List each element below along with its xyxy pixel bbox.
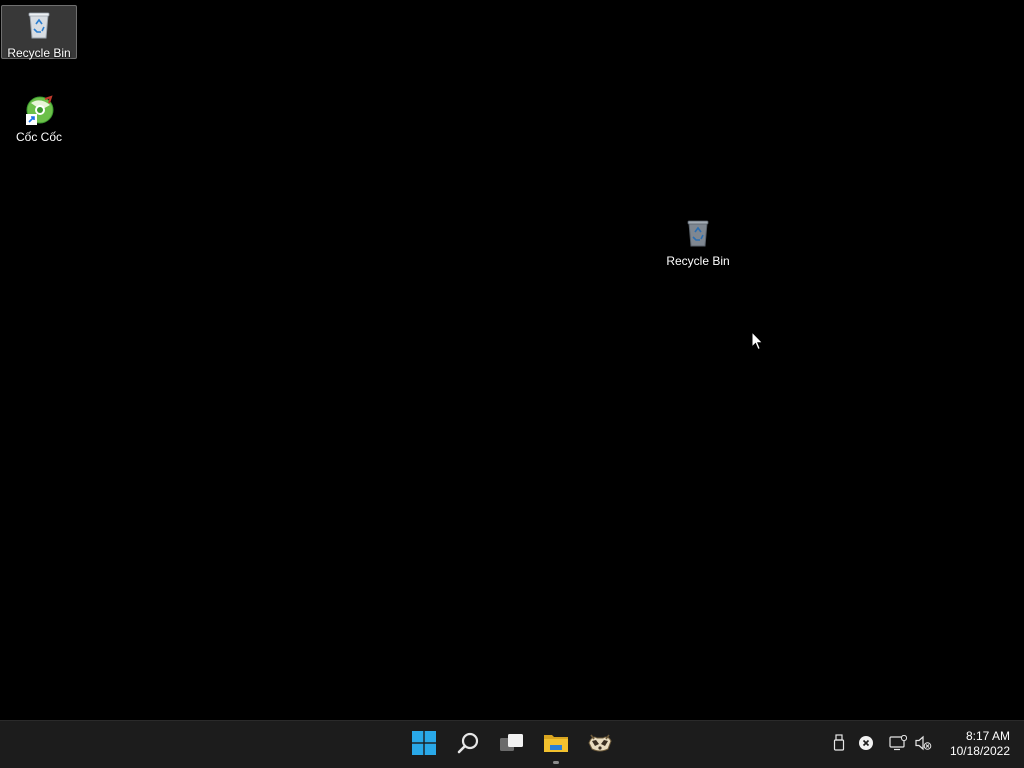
- file-explorer-button[interactable]: [536, 725, 576, 765]
- desktop-icon-recycle-bin[interactable]: Recycle Bin: [1, 5, 77, 60]
- volume-button[interactable]: [912, 734, 934, 756]
- clock-time: 8:17 AM: [965, 729, 1010, 743]
- usb-icon: [832, 733, 846, 757]
- volume-muted-icon: [914, 735, 932, 756]
- network-icon: [889, 734, 908, 756]
- desktop-icon-label: Recycle Bin: [7, 46, 71, 60]
- task-view-button[interactable]: [492, 725, 532, 765]
- folder-icon: [543, 731, 569, 760]
- usb-device-button[interactable]: [828, 733, 850, 757]
- network-button[interactable]: [887, 734, 909, 756]
- task-view-icon: [499, 731, 525, 760]
- recycle-bin-icon: [25, 10, 53, 43]
- desktop-icon-label: Cốc Cốc: [15, 130, 62, 144]
- windows-logo-icon: [412, 730, 436, 760]
- search-icon: [456, 731, 480, 760]
- recycle-bin-icon: [684, 218, 712, 251]
- tray-status-button[interactable]: [855, 734, 877, 756]
- desktop-icon-coccoc[interactable]: Cốc Cốc: [1, 95, 77, 147]
- mouse-cursor-icon: [751, 330, 765, 356]
- close-circle-icon: [858, 735, 874, 756]
- search-button[interactable]: [448, 725, 488, 765]
- running-indicator: [553, 761, 559, 764]
- raccoon-app-icon: [587, 731, 613, 760]
- taskbar: 8:17 AM 10/18/2022: [0, 720, 1024, 768]
- desktop-icon-recycle-bin[interactable]: Recycle Bin: [660, 218, 736, 270]
- desktop-icon-label: Recycle Bin: [666, 254, 730, 268]
- desktop[interactable]: Recycle Bin Cốc Cốc Recycle Bin: [0, 0, 1024, 720]
- taskbar-clock[interactable]: 8:17 AM 10/18/2022: [940, 729, 1010, 759]
- start-button[interactable]: [404, 725, 444, 765]
- coccoc-browser-icon: [23, 95, 55, 127]
- raccoon-app-button[interactable]: [580, 725, 620, 765]
- clock-date: 10/18/2022: [949, 744, 1010, 758]
